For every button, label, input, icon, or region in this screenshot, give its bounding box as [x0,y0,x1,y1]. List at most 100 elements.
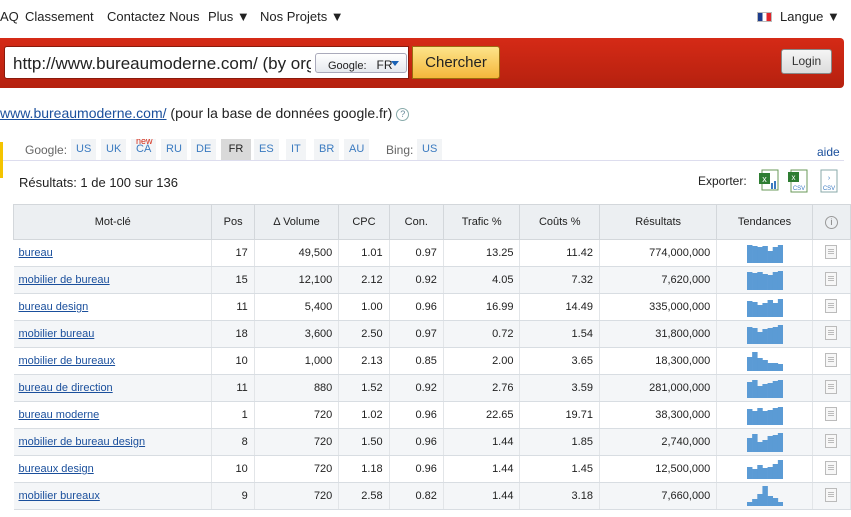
language-menu[interactable]: Langue ▼ [757,9,840,24]
document-icon[interactable] [825,298,838,313]
col-resultats[interactable]: Résultats [598,204,718,240]
keyword-link[interactable]: mobilier bureaux [19,490,100,502]
nav-contact[interactable]: Contactez Nous [107,9,200,24]
trend-bar [761,411,768,425]
database-select[interactable]: Google: FR [315,53,407,73]
col-volume[interactable]: Δ Volume [253,204,340,240]
col-pos[interactable]: Pos [211,204,255,240]
trend-sparkline [746,352,783,371]
keyword-link[interactable]: mobilier de bureaux [19,355,116,367]
url-input-value: http://www.bureaumoderne.com/ (by organi… [13,54,311,73]
db-tab-uk[interactable]: UK [101,139,127,160]
db-tab-fr[interactable]: FR [221,139,251,160]
url-input[interactable]: http://www.bureaumoderne.com/ (by organi… [4,46,409,79]
keyword-link[interactable]: mobilier de bureau [19,274,110,286]
search-button[interactable]: Chercher [412,46,500,79]
details-cell [812,374,851,402]
table-row: bureau design 11 5,400 1.00 0.96 16.99 14.49 33… [13,293,851,321]
couts-cell: 11.42 [519,239,600,267]
pos-cell: 18 [211,320,255,348]
keyword-link[interactable]: bureau [19,247,53,259]
trend-bar [767,275,773,290]
col-con[interactable]: Con. [388,204,444,240]
col-trafic[interactable]: Trafic % [442,204,521,240]
db-tab-ru[interactable]: RU [161,139,187,160]
nav-classement[interactable]: Classement [25,9,94,24]
trend-bar [761,274,768,290]
trafic-cell: 0.72 [443,320,521,348]
document-icon[interactable] [825,325,838,340]
couts-cell: 1.54 [519,320,600,348]
trend-bar [772,303,778,317]
details-cell [812,401,851,429]
help-icon[interactable]: ? [396,108,410,121]
trend-bar [772,408,778,425]
aide-link[interactable]: aide [817,145,840,159]
document-icon[interactable] [825,352,838,367]
volume-cell: 720 [254,482,340,510]
page-subtitle: www.bureaumoderne.com/ (pour la base de … [0,105,410,121]
db-tab-de[interactable]: DE [191,139,217,160]
nav-projets[interactable]: Nos Projets ▼ [260,9,344,24]
db-tab-it[interactable]: IT [286,139,306,160]
trend-bar [756,465,763,479]
col-cpc[interactable]: CPC [338,204,390,240]
trend-bar [777,299,783,317]
db-tab-us[interactable]: US [71,139,97,160]
keyword-link[interactable]: bureau de direction [19,382,113,394]
table-row: bureau moderne 1 720 1.02 0.96 22.65 19.71 38,3… [13,401,851,429]
document-icon[interactable] [825,487,838,502]
csv-excel-icon[interactable]: x CSV [787,169,809,193]
trend-cell [716,374,813,402]
trafic-cell: 16.99 [443,293,521,321]
trend-sparkline [746,433,783,452]
table-row: mobilier de bureau design 8 720 1.50 0.96 1.4… [13,428,851,456]
document-icon[interactable] [825,406,838,421]
col-info[interactable]: i [811,204,851,240]
domain-link[interactable]: www.bureaumoderne.com/ [0,105,167,121]
db-tab-br[interactable]: BR [314,139,340,160]
col-tendances[interactable]: Tendances [716,204,813,240]
col-couts[interactable]: Coûts % [519,204,600,240]
document-icon[interactable] [825,460,838,475]
keyword-link[interactable]: mobilier de bureau design [19,436,146,448]
trend-bar [756,358,763,371]
table-row: mobilier bureaux 9 720 2.58 0.82 1.44 3.18 7,66… [13,482,851,510]
keyword-link[interactable]: bureaux design [19,463,94,475]
login-button[interactable]: Login [781,49,832,74]
trend-bar [751,469,758,479]
db-tab-au[interactable]: AU [344,139,370,160]
db-tab-es[interactable]: ES [254,139,279,160]
divider [3,160,844,161]
keyword-cell: bureau [13,239,213,267]
document-icon[interactable] [825,271,838,286]
csv-icon[interactable]: › CSV [818,169,840,193]
keyword-link[interactable]: mobilier bureau [19,328,95,340]
nav-plus[interactable]: Plus ▼ [208,9,250,24]
trafic-cell: 2.00 [443,347,521,375]
con-cell: 0.97 [389,320,444,348]
keyword-link[interactable]: bureau design [19,301,89,313]
trend-bar [746,272,752,290]
document-icon[interactable] [825,244,838,259]
language-label: Langue ▼ [780,9,840,24]
trend-sparkline [746,245,783,263]
svg-text:x: x [762,174,767,184]
trend-cell [716,347,813,375]
document-icon[interactable] [825,433,838,448]
trend-cell [716,239,813,267]
trend-bar [746,301,752,317]
pos-cell: 10 [211,347,255,375]
trend-bar [746,409,752,425]
trend-bar [746,245,752,263]
document-icon[interactable] [825,379,838,394]
db-tab-bing-us[interactable]: US [417,139,443,160]
nav-faq[interactable]: AQ [0,9,19,24]
trend-bar [761,468,768,479]
keyword-link[interactable]: bureau moderne [19,409,100,421]
resultats-cell: 38,300,000 [599,401,718,429]
col-keyword[interactable]: Mot-clé [12,204,213,240]
trafic-cell: 2.76 [443,374,521,402]
excel-icon[interactable]: x [758,169,780,193]
trend-bar [751,352,758,371]
